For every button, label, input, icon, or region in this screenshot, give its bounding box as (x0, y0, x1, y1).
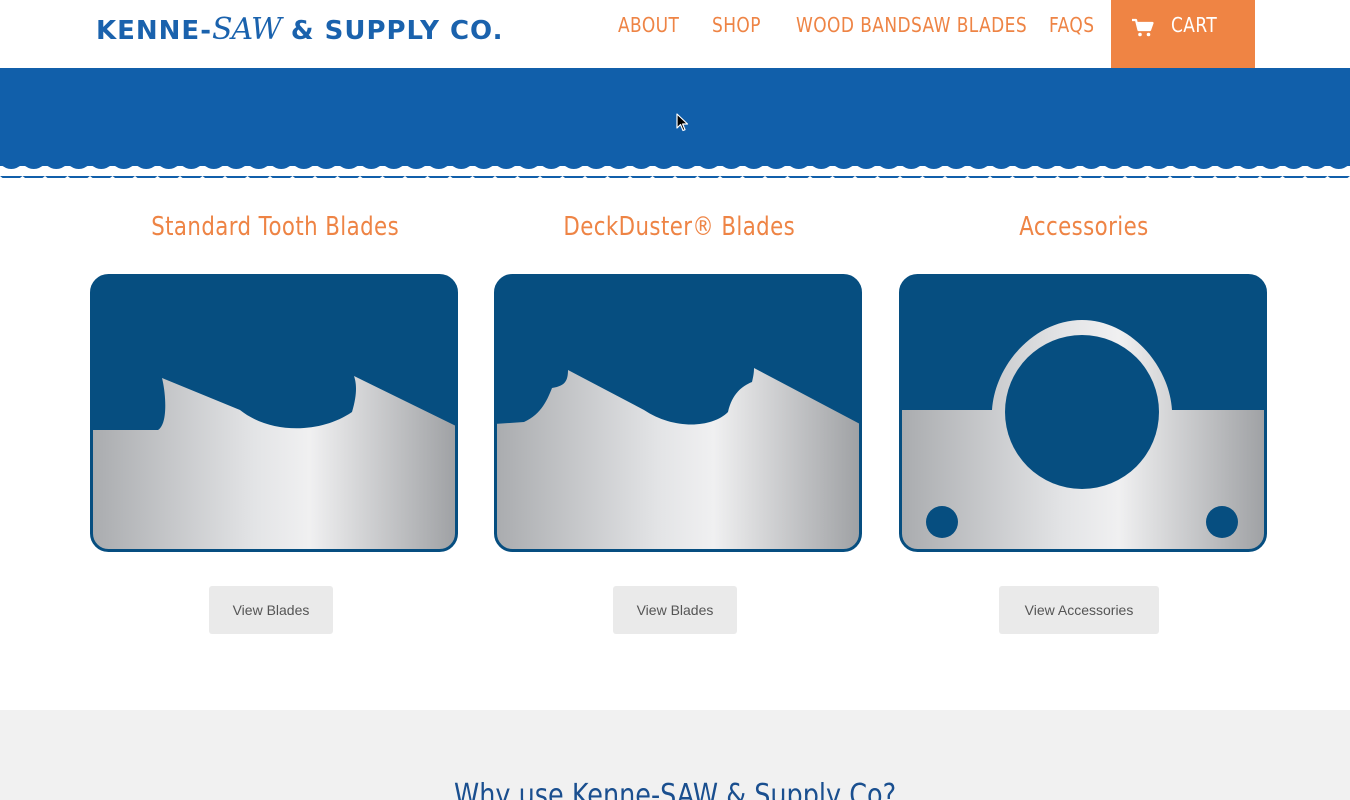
nav-faqs-link[interactable]: FAQS (1049, 13, 1094, 37)
logo-text-saw: SAW (211, 12, 282, 47)
view-accessories-button[interactable]: View Accessories (999, 586, 1159, 634)
why-section-title: Why use Kenne-SAW & Supply Co? (453, 778, 897, 800)
logo-text-supply: & SUPPLY CO. (280, 16, 504, 46)
site-logo[interactable]: KENNE-SAW & SUPPLY CO. (96, 12, 504, 47)
cart-button[interactable]: CART (1111, 0, 1255, 68)
deckduster-blade-icon[interactable] (494, 274, 862, 552)
site-header: KENNE-SAW & SUPPLY CO. ABOUT SHOP WOOD B… (0, 0, 1350, 68)
nav-shop-link[interactable]: SHOP (712, 13, 761, 37)
accessory-plate-icon[interactable] (899, 274, 1267, 552)
category-title: Standard Tooth Blades (151, 212, 399, 242)
nav-about-link[interactable]: ABOUT (618, 13, 679, 37)
cart-icon (1132, 18, 1154, 37)
category-title: Accessories (1019, 212, 1149, 242)
hero-banner (0, 68, 1350, 178)
why-section: Why use Kenne-SAW & Supply Co? (0, 710, 1350, 800)
logo-text-kenne: KENNE- (96, 16, 212, 46)
category-title: DeckDuster® Blades (563, 212, 795, 242)
mouse-cursor-icon (676, 113, 689, 132)
standard-tooth-blade-icon[interactable] (90, 274, 458, 552)
view-deckduster-blades-button[interactable]: View Blades (613, 586, 737, 634)
cart-label: CART (1171, 13, 1218, 37)
nav-wood-bandsaw-blades-link[interactable]: WOOD BANDSAW BLADES (796, 13, 1027, 37)
view-standard-blades-button[interactable]: View Blades (209, 586, 333, 634)
